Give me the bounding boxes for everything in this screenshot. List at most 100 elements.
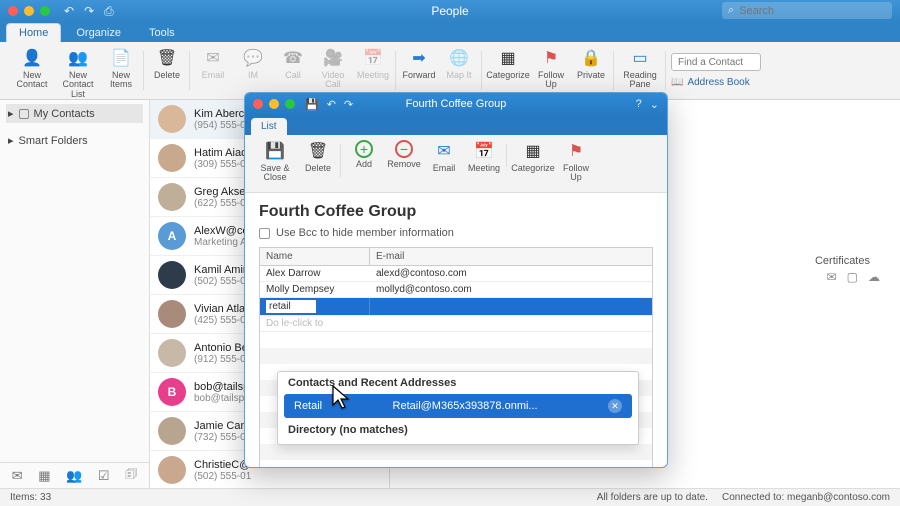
mapit-button[interactable]: 🌐Map It (441, 45, 477, 80)
lock-icon: 🔒 (580, 47, 602, 69)
search-icon: ⌕ (728, 4, 734, 17)
calendar-nav-icon[interactable]: ▦ (38, 468, 50, 484)
flag-icon: ⚑ (565, 140, 587, 162)
column-name[interactable]: Name (260, 248, 370, 265)
column-email[interactable]: E-mail (370, 248, 652, 265)
table-row[interactable]: Molly Dempseymollyd@contoso.com (260, 282, 652, 298)
checkbox-icon[interactable] (19, 109, 29, 119)
checkbox-icon (259, 228, 270, 239)
phone-icon: ☎ (282, 47, 304, 69)
status-bar: Items: 33 All folders are up to date. Co… (0, 488, 900, 506)
minus-icon: − (395, 140, 413, 158)
sidebar-item-my-contacts[interactable]: ▸My Contacts (6, 104, 143, 123)
hint-row: Do le-click to (260, 316, 652, 332)
status-connection: Connected to: meganb@contoso.com (722, 492, 890, 503)
notes-nav-icon[interactable]: 🗊 (125, 465, 137, 487)
detail-action-icons: ✉ ▢ ☁ (827, 270, 880, 284)
avatar (158, 183, 186, 211)
tab-tools[interactable]: Tools (136, 23, 188, 42)
avatar (158, 261, 186, 289)
folder-sidebar: ▸My Contacts ▸Smart Folders ✉ ▦ 👥 ☑ 🗊 (0, 100, 150, 488)
pane-icon: ▭ (629, 47, 651, 69)
address-book-button[interactable]: 📖Address Book (671, 77, 750, 88)
tab-list[interactable]: List (251, 118, 287, 135)
add-button[interactable]: +Add (346, 138, 382, 173)
avatar: B (158, 378, 186, 406)
mail-nav-icon[interactable]: ✉ (12, 468, 23, 484)
autocomplete-header: Contacts and Recent Addresses (278, 372, 638, 394)
search-input[interactable] (739, 5, 886, 17)
autocomplete-item-name: Retail (294, 400, 322, 412)
categorize-button[interactable]: ▦Categorize (487, 45, 529, 90)
avatar (158, 339, 186, 367)
avatar (158, 417, 186, 445)
chevron-right-icon: ▸ (8, 134, 14, 147)
call-button[interactable]: ☎Call (275, 45, 311, 90)
save-close-button[interactable]: 💾Save & Close (254, 138, 296, 183)
video-icon[interactable]: ▢ (847, 270, 858, 284)
use-bcc-checkbox[interactable]: Use Bcc to hide member information (259, 227, 653, 239)
table-header: Name E-mail (260, 248, 652, 266)
delete-button[interactable]: 🗑Delete (149, 45, 185, 80)
tab-home[interactable]: Home (6, 23, 61, 42)
private-button[interactable]: 🔒Private (573, 45, 609, 90)
group-editor-dialog: 💾↶↷ Fourth Coffee Group ?⌄ List 💾Save & … (244, 92, 668, 468)
avatar (158, 300, 186, 328)
meeting-button[interactable]: 📅Meeting (466, 138, 502, 173)
ribbon-tabs: Home Organize Tools (0, 22, 900, 42)
im-button[interactable]: 💬IM (235, 45, 271, 90)
autocomplete-item-email: Retail@M365x393878.onmi... (393, 400, 538, 412)
chevron-down-icon[interactable]: ⌄ (650, 98, 659, 111)
contact-phone: (425) 555-01 (194, 315, 251, 326)
map-icon: 🌐 (448, 47, 470, 69)
contact-phone: (502) 555-01 (194, 471, 256, 482)
chat-icon[interactable]: ☁ (868, 270, 880, 284)
help-icon[interactable]: ? (636, 98, 642, 111)
new-contact-button[interactable]: 👤New Contact (11, 45, 53, 99)
autocomplete-popup: Contacts and Recent Addresses Retail Ret… (277, 371, 639, 445)
people-nav-icon[interactable]: 👥 (66, 468, 82, 484)
mail-icon[interactable]: ✉ (827, 270, 837, 284)
sidebar-item-smart-folders[interactable]: ▸Smart Folders (6, 131, 143, 150)
save-icon: 💾 (264, 140, 286, 162)
contact-name: Vivian Atlas (194, 303, 251, 315)
remove-suggestion-icon[interactable]: ✕ (608, 399, 622, 413)
new-member-row[interactable] (260, 298, 652, 316)
dialog-ribbon: 💾Save & Close 🗑Delete +Add −Remove ✉Emai… (245, 135, 667, 193)
reading-pane-button[interactable]: ▭Reading Pane (619, 45, 661, 90)
plus-icon: + (355, 140, 373, 158)
meeting-button[interactable]: 📅Meeting (355, 45, 391, 90)
dialog-body: Fourth Coffee Group Use Bcc to hide memb… (245, 193, 667, 467)
status-items: Items: 33 (10, 492, 51, 503)
followup-button[interactable]: ⚑Follow Up (533, 45, 569, 90)
email-button[interactable]: ✉Email (426, 138, 462, 173)
tab-organize[interactable]: Organize (63, 23, 134, 42)
status-sync: All folders are up to date. (597, 492, 708, 503)
detail-tab-certificates[interactable]: Certificates (815, 255, 870, 267)
video-button[interactable]: 🎥Video Call (315, 45, 351, 90)
nav-footer: ✉ ▦ 👥 ☑ 🗊 (0, 462, 149, 488)
flag-icon: ⚑ (540, 47, 562, 69)
tasks-nav-icon[interactable]: ☑ (98, 468, 110, 484)
table-row[interactable]: Alex Darrowalexd@contoso.com (260, 266, 652, 282)
forward-icon: ➡ (408, 47, 430, 69)
email-button[interactable]: ✉Email (195, 45, 231, 90)
autocomplete-item[interactable]: Retail Retail@M365x393878.onmi... ✕ (284, 394, 632, 418)
find-contact-input[interactable] (671, 53, 761, 71)
new-items-button[interactable]: 📄New Items (103, 45, 139, 99)
autocomplete-directory: Directory (no matches) (278, 418, 638, 444)
avatar (158, 456, 186, 484)
avatar: A (158, 222, 186, 250)
followup-button[interactable]: ⚑Follow Up (558, 138, 594, 183)
search-box[interactable]: ⌕ (722, 2, 892, 19)
forward-button[interactable]: ➡Forward (401, 45, 437, 80)
member-name-input[interactable] (266, 300, 316, 313)
new-contact-list-button[interactable]: 👥New Contact List (57, 45, 99, 99)
mail-icon: ✉ (202, 47, 224, 69)
categorize-button[interactable]: ▦Categorize (512, 138, 554, 183)
delete-button[interactable]: 🗑Delete (300, 138, 336, 183)
remove-button[interactable]: −Remove (386, 138, 422, 173)
chevron-right-icon: ▸ (8, 107, 14, 120)
book-icon: 📖 (671, 77, 683, 88)
people-icon: 👥 (67, 47, 89, 69)
